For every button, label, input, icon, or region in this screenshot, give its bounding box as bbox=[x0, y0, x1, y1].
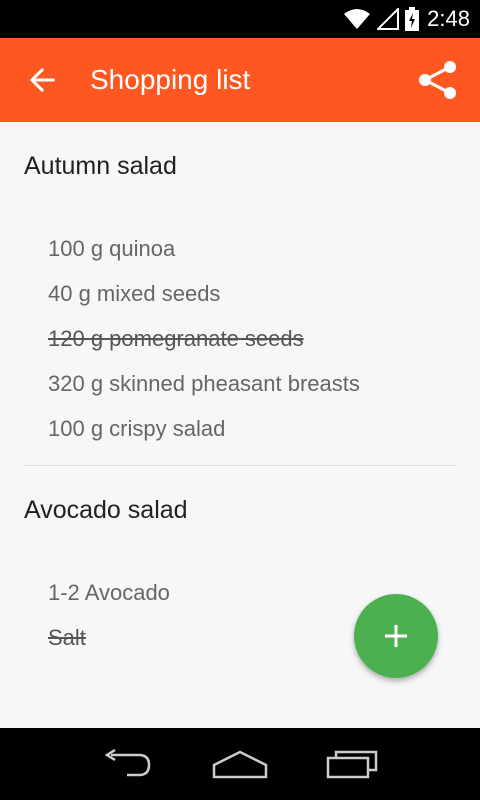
add-button[interactable] bbox=[354, 594, 438, 678]
nav-recents-button[interactable] bbox=[318, 739, 388, 789]
cell-signal-icon bbox=[377, 8, 400, 30]
ingredient-list: 100 g quinoa 40 g mixed seeds 120 g pome… bbox=[0, 210, 480, 465]
list-item[interactable]: 40 g mixed seeds bbox=[0, 271, 480, 316]
home-icon bbox=[212, 750, 268, 779]
status-bar: 2:48 bbox=[0, 0, 480, 38]
status-icons bbox=[343, 7, 420, 31]
system-nav-bar bbox=[0, 728, 480, 800]
recents-icon bbox=[327, 750, 378, 779]
share-button[interactable] bbox=[396, 38, 480, 122]
section-title: Autumn salad bbox=[24, 152, 177, 180]
arrow-back-icon bbox=[29, 67, 55, 93]
section-title: Avocado salad bbox=[24, 496, 188, 524]
wifi-icon bbox=[344, 9, 371, 29]
app-bar: Shopping list bbox=[0, 38, 480, 122]
nav-back-button[interactable] bbox=[92, 739, 162, 789]
list-item[interactable]: 100 g crispy salad bbox=[0, 406, 480, 451]
recipe-section: Autumn salad 100 g quinoa 40 g mixed see… bbox=[0, 122, 480, 466]
page-title: Shopping list bbox=[90, 64, 251, 95]
add-icon bbox=[385, 625, 407, 647]
battery-icon bbox=[405, 7, 420, 31]
nav-home-button[interactable] bbox=[205, 739, 275, 789]
back-button[interactable] bbox=[0, 38, 84, 122]
status-time: 2:48 bbox=[427, 6, 470, 31]
share-icon bbox=[419, 61, 456, 99]
nav-back-icon bbox=[104, 749, 150, 777]
list-item[interactable]: 100 g quinoa bbox=[0, 226, 480, 271]
list-item-checked[interactable]: 120 g pomegranate seeds bbox=[0, 316, 480, 361]
list-item[interactable]: 320 g skinned pheasant breasts bbox=[0, 361, 480, 406]
